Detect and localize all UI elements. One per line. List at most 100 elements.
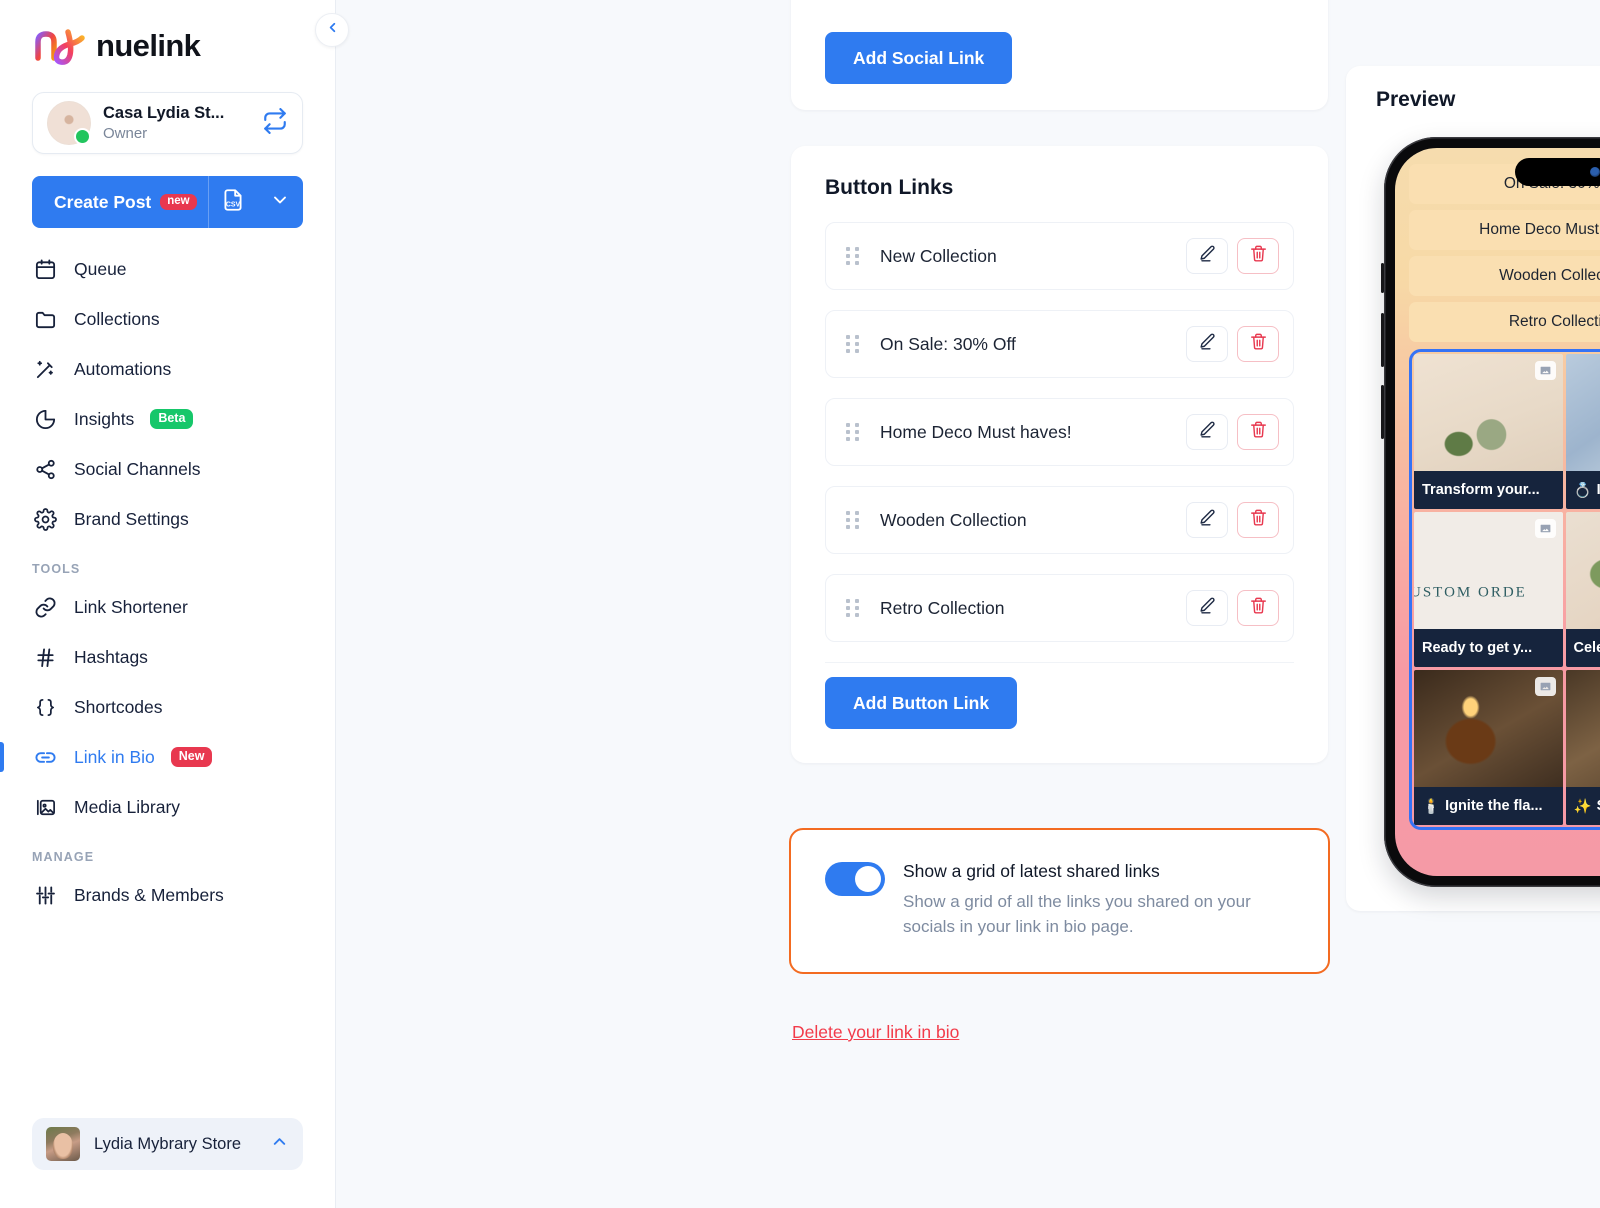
list-item[interactable]: Home Deco Must haves! bbox=[825, 398, 1294, 466]
page-title: Button Links bbox=[825, 176, 954, 199]
sidebar-collapse-button[interactable] bbox=[315, 13, 349, 47]
create-post-group: Create Post new CSV bbox=[32, 176, 303, 228]
pencil-icon bbox=[1198, 420, 1217, 444]
list-item[interactable]: Retro Collection bbox=[825, 574, 1294, 642]
grid-tile[interactable]: ✨ Sparks flew, ... bbox=[1565, 670, 1600, 825]
sidebar-item-label: Shortcodes bbox=[74, 696, 163, 717]
tile-caption: Ignite the fla... bbox=[1445, 798, 1543, 814]
edit-button[interactable] bbox=[1186, 414, 1228, 450]
workspace-name: Casa Lydia St... bbox=[103, 103, 225, 122]
sidebar-item-link-shortener[interactable]: Link Shortener bbox=[0, 582, 335, 632]
drag-handle-icon[interactable] bbox=[846, 511, 862, 529]
trash-icon bbox=[1249, 244, 1268, 268]
add-social-link-button[interactable]: Add Social Link bbox=[825, 32, 1013, 84]
sidebar-item-label: Media Library bbox=[74, 796, 181, 817]
phone-screen: On Sale: 30% Off Home Deco Must haves! W… bbox=[1395, 148, 1600, 876]
sidebar-item-brand-settings[interactable]: Brand Settings bbox=[0, 494, 335, 544]
shared-links-grid: Transform your... 💍 Ignite the ro... bbox=[1414, 354, 1600, 825]
list-item[interactable]: On Sale: 30% Off bbox=[825, 310, 1294, 378]
list-item[interactable]: New Collection bbox=[825, 222, 1294, 290]
nuelink-logo-icon bbox=[32, 24, 88, 68]
tile-caption: Sparks flew, ... bbox=[1597, 798, 1600, 814]
workspace-switcher[interactable]: Casa Lydia St... Owner bbox=[32, 92, 303, 154]
button-link-label: On Sale: 30% Off bbox=[880, 333, 1016, 354]
edit-button[interactable] bbox=[1186, 502, 1228, 538]
pencil-icon bbox=[1198, 332, 1217, 356]
sidebar-item-hashtags[interactable]: Hashtags bbox=[0, 632, 335, 682]
create-post-button[interactable]: Create Post new bbox=[32, 176, 208, 228]
app-logo[interactable]: nuelink bbox=[0, 0, 335, 68]
app-logo-text: nuelink bbox=[96, 28, 201, 63]
main-content: Add Social Link Button Links New Collect… bbox=[336, 0, 1600, 1208]
sidebar-section-tools: TOOLS bbox=[32, 562, 81, 576]
trash-icon bbox=[1249, 508, 1268, 532]
image-icon bbox=[1534, 361, 1556, 380]
create-post-label: Create Post bbox=[54, 191, 152, 212]
image-icon bbox=[1534, 519, 1556, 538]
chain-link-icon bbox=[32, 746, 58, 769]
delete-button[interactable] bbox=[1237, 590, 1279, 626]
drag-handle-icon[interactable] bbox=[846, 423, 862, 441]
grid-tile[interactable]: 🕯️ Ignite the fla... bbox=[1414, 670, 1563, 825]
show-grid-toggle[interactable] bbox=[825, 862, 885, 896]
add-button-link-button[interactable]: Add Button Link bbox=[825, 677, 1018, 729]
sidebar-item-collections[interactable]: Collections bbox=[0, 294, 335, 344]
drag-handle-icon[interactable] bbox=[846, 335, 862, 353]
grid-tile[interactable]: Ready to get y... bbox=[1414, 512, 1563, 667]
csv-icon: CSV bbox=[220, 187, 246, 218]
pencil-icon bbox=[1198, 596, 1217, 620]
drag-handle-icon[interactable] bbox=[846, 247, 862, 265]
tile-caption: Ignite the ro... bbox=[1597, 482, 1600, 498]
delete-button[interactable] bbox=[1237, 326, 1279, 362]
button-link-label: Wooden Collection bbox=[880, 509, 1027, 530]
csv-import-button[interactable]: CSV bbox=[209, 176, 257, 228]
sidebar-item-social-channels[interactable]: Social Channels bbox=[0, 444, 335, 494]
preview-pill[interactable]: Retro Collection bbox=[1409, 302, 1600, 342]
grid-toggle-card: Show a grid of latest shared links Show … bbox=[789, 828, 1330, 974]
grid-tile[interactable]: Celebrate the ... bbox=[1565, 512, 1600, 667]
edit-button[interactable] bbox=[1186, 238, 1228, 274]
grid-toggle-description: Show a grid of all the links you shared … bbox=[903, 891, 1251, 937]
pie-chart-icon bbox=[32, 408, 58, 431]
sidebar-item-label: Brand Settings bbox=[74, 508, 189, 529]
delete-button[interactable] bbox=[1237, 414, 1279, 450]
sidebar-item-media-library[interactable]: Media Library bbox=[0, 782, 335, 832]
image-folder-icon bbox=[32, 796, 58, 819]
list-item[interactable]: Wooden Collection bbox=[825, 486, 1294, 554]
phone-notch bbox=[1515, 158, 1600, 186]
grid-toggle-text: Show a grid of latest shared links Show … bbox=[903, 860, 1283, 940]
create-post-dropdown-button[interactable] bbox=[257, 176, 303, 228]
sidebar-item-brands-members[interactable]: Brands & Members bbox=[0, 870, 335, 920]
sidebar-item-label: Social Channels bbox=[74, 458, 201, 479]
swap-icon[interactable] bbox=[262, 107, 288, 139]
sidebar-item-label: Insights bbox=[74, 408, 135, 429]
edit-button[interactable] bbox=[1186, 326, 1228, 362]
button-links-card: Button Links New Collection On Sale: 30%… bbox=[791, 146, 1328, 763]
user-account-switcher[interactable]: Lydia Mybrary Store bbox=[32, 1118, 303, 1170]
sidebar-item-automations[interactable]: Automations bbox=[0, 344, 335, 394]
button-link-label: Home Deco Must haves! bbox=[880, 421, 1072, 442]
social-links-card: Add Social Link bbox=[791, 0, 1328, 110]
drag-handle-icon[interactable] bbox=[846, 599, 862, 617]
sidebar-item-link-in-bio[interactable]: Link in Bio New bbox=[0, 732, 335, 782]
pencil-icon bbox=[1198, 508, 1217, 532]
sidebar-item-queue[interactable]: Queue bbox=[0, 244, 335, 294]
sidebar-item-shortcodes[interactable]: Shortcodes bbox=[0, 682, 335, 732]
tile-emoji: 🕯️ bbox=[1422, 798, 1441, 815]
chevron-up-icon bbox=[270, 1132, 289, 1156]
tile-emoji: ✨ bbox=[1573, 798, 1592, 815]
grid-tile[interactable]: Transform your... bbox=[1414, 354, 1563, 509]
edit-button[interactable] bbox=[1186, 590, 1228, 626]
preview-pill[interactable]: Home Deco Must haves! bbox=[1409, 210, 1600, 250]
delete-button[interactable] bbox=[1237, 238, 1279, 274]
link-in-bio-new-badge: New bbox=[170, 747, 213, 767]
braces-icon bbox=[32, 696, 58, 719]
preview-pill[interactable]: Wooden Collection bbox=[1409, 256, 1600, 296]
delete-link-in-bio-link[interactable]: Delete your link in bio bbox=[792, 1022, 959, 1043]
sidebar-item-label: Brands & Members bbox=[74, 884, 224, 905]
tile-caption: Celebrate the ... bbox=[1565, 629, 1600, 667]
delete-button[interactable] bbox=[1237, 502, 1279, 538]
sidebar-item-insights[interactable]: Insights Beta bbox=[0, 394, 335, 444]
preview-title: Preview bbox=[1376, 88, 1456, 111]
grid-tile[interactable]: 💍 Ignite the ro... bbox=[1565, 354, 1600, 509]
